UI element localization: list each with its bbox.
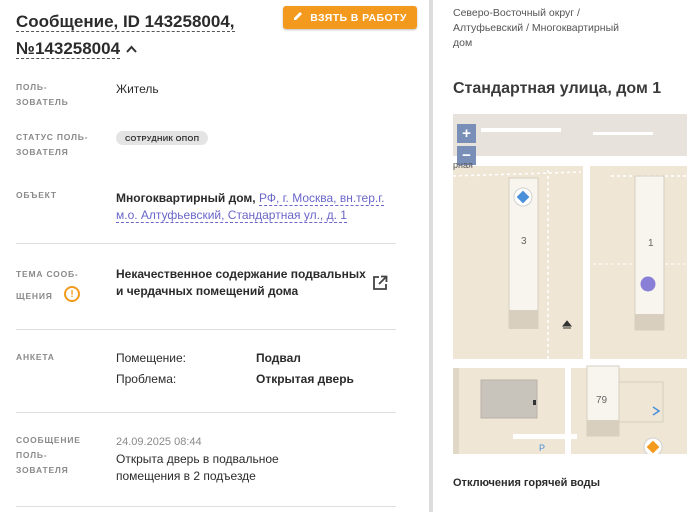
object-panel: Северо-Восточный округ / Алтуфьевский / … (433, 0, 687, 512)
object-type: Многоквартирный дом, (116, 191, 256, 205)
title-text-1: Сообщение, ID 143258004, (16, 12, 235, 32)
message-line: Открыта дверь в подвальное (116, 452, 279, 466)
divider (16, 243, 396, 244)
map[interactable]: + − рная 3 1 79 P (453, 114, 687, 454)
problem-label: Проблема: (116, 372, 177, 386)
message-date: 24.09.2025 08:44 (116, 436, 202, 448)
breadcrumb-line: Северо-Восточный округ / (453, 7, 580, 19)
breadcrumb-line: Алтуфьевский / Многоквартирный (453, 22, 619, 34)
survey-label: АНКЕТА (16, 352, 55, 362)
parking-icon: P (539, 443, 546, 453)
object-address-link-1[interactable]: РФ, г. Москва, вн.тер.г. (258, 191, 385, 206)
user-label: ПОЛЬ- ЗОВАТЕЛЬ (16, 80, 69, 110)
take-to-work-label: ВЗЯТЬ В РАБОТУ (310, 11, 407, 24)
object-address: Стандартная улица, дом 1 (453, 80, 662, 97)
page-title: Сообщение, ID 143258004, №143258004 (16, 8, 278, 63)
status-badge: СОТРУДНИК ОПОП (116, 131, 209, 145)
map-canvas (453, 114, 687, 454)
pencil-icon (293, 11, 303, 24)
msg-label-line: СООБЩЕНИЕ (16, 435, 81, 445)
breadcrumb-line: дом (453, 37, 473, 49)
status-label-line: СТАТУС ПОЛЬ- (16, 132, 89, 142)
room-value: Подвал (256, 351, 301, 365)
warning-icon[interactable]: ! (64, 286, 80, 302)
room-label: Помещение: (116, 351, 186, 365)
building-number-79: 79 (596, 395, 608, 406)
message-line: помещения в 2 подъезде (116, 469, 256, 483)
divider (16, 506, 396, 507)
user-label-line: ПОЛЬ- (16, 82, 48, 92)
topic-value: Некачественное содержание подвальных и ч… (116, 266, 366, 300)
problem-value: Открытая дверь (256, 372, 354, 386)
msg-label-line: ЗОВАТЕЛЯ (16, 465, 69, 475)
external-link-icon[interactable] (372, 275, 388, 291)
divider (16, 412, 396, 413)
object-address-link-2[interactable]: м.о. Алтуфьевский, Стандартная ул., д. 1 (116, 208, 347, 223)
map-street-label: рная (453, 160, 473, 170)
hot-water-outage-heading: Отключения горячей воды (453, 477, 600, 489)
user-label-line: ЗОВАТЕЛЬ (16, 97, 69, 107)
user-message: 24.09.2025 08:44 Открыта дверь в подваль… (116, 434, 279, 485)
breadcrumb: Северо-Восточный округ / Алтуфьевский / … (453, 6, 653, 51)
msg-label-line: ПОЛЬ- (16, 450, 48, 460)
status-label: СТАТУС ПОЛЬ- ЗОВАТЕЛЯ (16, 130, 88, 160)
divider (16, 329, 396, 330)
chevron-up-icon[interactable] (126, 36, 137, 63)
topic-line: и чердачных помещений дома (116, 284, 299, 298)
object-value: Многоквартирный дом, РФ, г. Москва, вн.т… (116, 190, 385, 224)
take-to-work-button[interactable]: ВЗЯТЬ В РАБОТУ (283, 6, 417, 29)
topic-line: Некачественное содержание подвальных (116, 267, 366, 281)
building-number-1: 1 (648, 238, 654, 249)
user-message-label: СООБЩЕНИЕ ПОЛЬ- ЗОВАТЕЛЯ (16, 433, 81, 478)
message-panel: Сообщение, ID 143258004, №143258004 ВЗЯТ… (0, 0, 417, 512)
zoom-in-button[interactable]: + (457, 124, 476, 143)
building-number-3: 3 (521, 236, 527, 247)
topic-label-line: ТЕМА СООБ- (16, 269, 79, 279)
status-label-line: ЗОВАТЕЛЯ (16, 147, 69, 157)
user-value: Житель (116, 82, 159, 96)
title-text-2: №143258004 (16, 39, 121, 59)
object-label: ОБЪЕКТ (16, 190, 57, 200)
